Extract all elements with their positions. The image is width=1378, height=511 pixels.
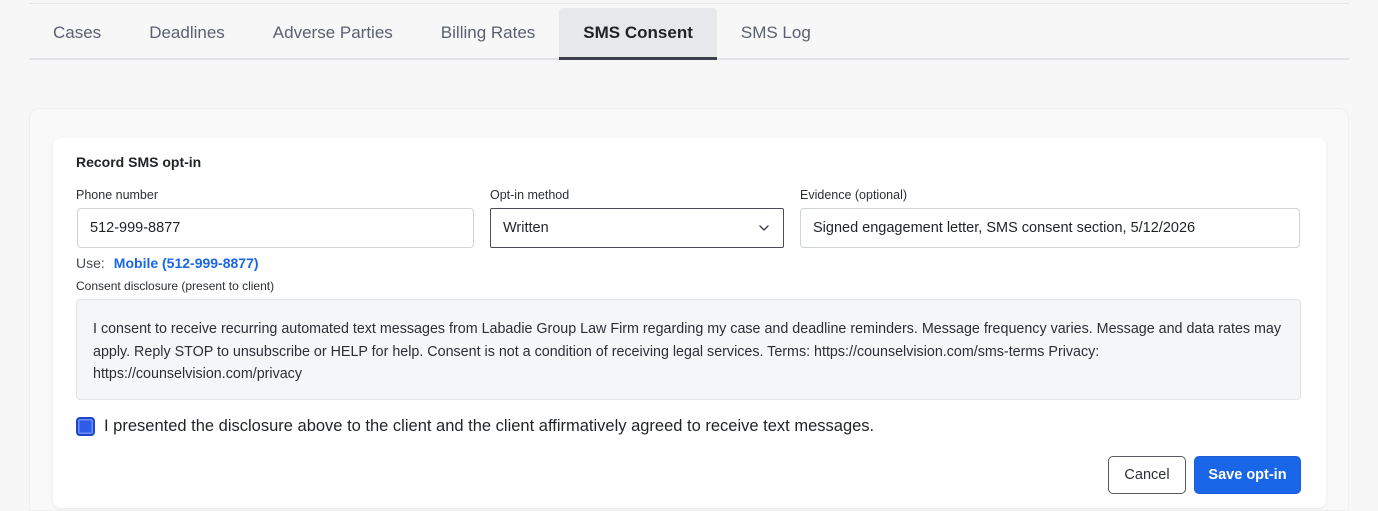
cancel-button[interactable]: Cancel (1108, 456, 1186, 494)
sms-consent-page: Cases Deadlines Adverse Parties Billing … (0, 0, 1378, 511)
top-divider (29, 3, 1349, 4)
tab-adverse-parties[interactable]: Adverse Parties (249, 8, 417, 60)
phone-number-label: Phone number (76, 188, 159, 202)
form-title: Record SMS opt-in (76, 154, 202, 170)
tab-deadlines[interactable]: Deadlines (125, 8, 249, 60)
opt-in-method-value: Written (503, 220, 549, 236)
use-mobile-link[interactable]: Mobile (512-999-8877) (114, 255, 259, 271)
consent-confirmation: I presented the disclosure above to the … (76, 417, 874, 436)
use-label: Use: (76, 255, 105, 271)
evidence-value: Signed engagement letter, SMS consent se… (813, 220, 1196, 236)
save-opt-in-button[interactable]: Save opt-in (1194, 456, 1301, 494)
consent-checkbox[interactable] (76, 417, 95, 436)
tab-cases[interactable]: Cases (29, 8, 125, 60)
consent-disclosure-label: Consent disclosure (present to client) (76, 279, 275, 293)
sms-opt-in-form: Record SMS opt-in Phone number 512-999-8… (53, 138, 1326, 508)
phone-number-value: 512-999-8877 (90, 220, 181, 236)
phone-number-input[interactable]: 512-999-8877 (77, 208, 474, 248)
chevron-down-icon (757, 221, 771, 235)
tab-bar: Cases Deadlines Adverse Parties Billing … (29, 8, 1349, 60)
tab-billing-rates[interactable]: Billing Rates (417, 8, 560, 60)
use-suggestion: Use: Mobile (512-999-8877) (76, 255, 259, 271)
opt-in-method-select[interactable]: Written (490, 208, 784, 248)
opt-in-method-label: Opt-in method (490, 188, 570, 202)
evidence-label: Evidence (optional) (800, 188, 908, 202)
tab-sms-consent[interactable]: SMS Consent (559, 8, 717, 60)
tab-sms-log[interactable]: SMS Log (717, 8, 835, 60)
consent-disclosure-text: I consent to receive recurring automated… (76, 299, 1301, 400)
evidence-input[interactable]: Signed engagement letter, SMS consent se… (800, 208, 1300, 248)
consent-checkbox-label[interactable]: I presented the disclosure above to the … (104, 417, 874, 436)
